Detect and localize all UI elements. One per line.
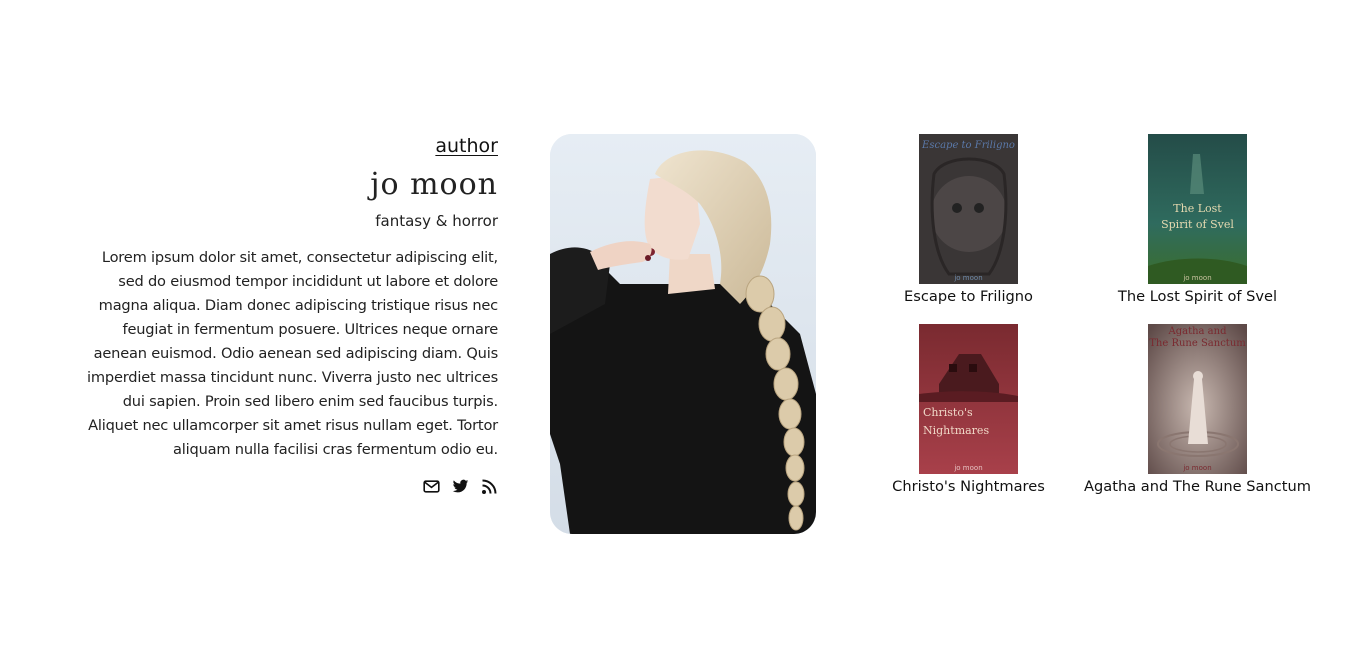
book-card[interactable]: The Lost Spirit of Svel jo moon The Lost…: [1083, 134, 1312, 309]
svg-text:jo moon: jo moon: [1182, 274, 1211, 282]
book-title[interactable]: Escape to Friligno: [854, 285, 1083, 309]
book-cover[interactable]: The Lost Spirit of Svel jo moon: [1148, 134, 1247, 284]
svg-text:Nightmares: Nightmares: [923, 424, 989, 437]
envelope-icon[interactable]: [423, 478, 440, 495]
book-cover-author: jo moon: [953, 274, 982, 282]
book-title[interactable]: Agatha and The Rune Sanctum: [1083, 475, 1312, 499]
twitter-icon[interactable]: [452, 478, 469, 495]
book-card[interactable]: Agatha and The Rune Sanctum jo moon Agat…: [1083, 324, 1312, 499]
svg-text:The Lost: The Lost: [1173, 202, 1222, 215]
author-link[interactable]: author: [435, 132, 498, 160]
author-bio: author jo moon fantasy & horror Lorem ip…: [76, 132, 498, 495]
page: author jo moon fantasy & horror Lorem ip…: [0, 0, 1366, 653]
svg-text:Spirit of Svel: Spirit of Svel: [1161, 218, 1234, 231]
book-card[interactable]: Christo's Nightmares jo moon Christo's N…: [854, 324, 1083, 499]
author-blurb: Lorem ipsum dolor sit amet, consectetur …: [87, 249, 498, 458]
svg-text:The Rune Sanctum: The Rune Sanctum: [1149, 338, 1246, 349]
social-links: [76, 478, 498, 495]
book-cover[interactable]: Escape to Friligno jo moon: [919, 134, 1018, 284]
author-name: jo moon: [370, 167, 498, 202]
book-card[interactable]: Escape to Friligno jo moon Escape to Fri…: [854, 134, 1083, 309]
svg-text:jo moon: jo moon: [953, 464, 982, 472]
author-genre: fantasy & horror: [375, 212, 498, 230]
rss-icon[interactable]: [481, 478, 498, 495]
author-portrait: [550, 134, 816, 534]
svg-text:jo moon: jo moon: [1182, 464, 1211, 472]
svg-text:Agatha and: Agatha and: [1168, 326, 1228, 337]
book-cover[interactable]: Christo's Nightmares jo moon: [919, 324, 1018, 474]
book-cover-title: Escape to Friligno: [921, 140, 1015, 151]
svg-text:Christo's: Christo's: [923, 406, 973, 419]
book-title[interactable]: Christo's Nightmares: [854, 475, 1083, 499]
book-cover[interactable]: Agatha and The Rune Sanctum jo moon: [1148, 324, 1247, 474]
book-title[interactable]: The Lost Spirit of Svel: [1083, 285, 1312, 309]
